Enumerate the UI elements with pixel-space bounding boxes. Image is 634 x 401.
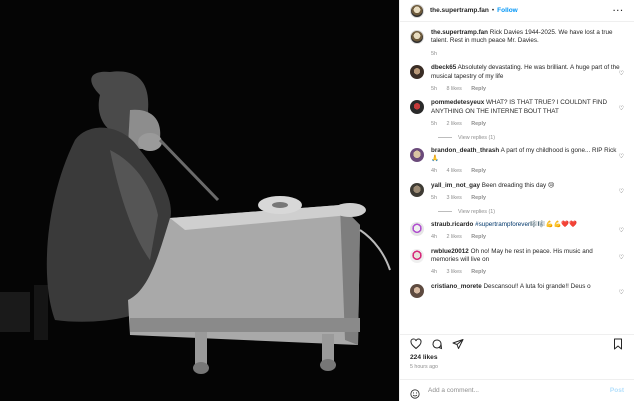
- comment-time: 4h: [431, 234, 437, 241]
- post-actions-bar: [400, 334, 634, 352]
- commenter-avatar[interactable]: [410, 248, 424, 263]
- divider-line: [438, 137, 452, 139]
- view-replies-label: View replies (1): [458, 134, 496, 141]
- comment: rwblue20012 Oh no! May he rest in peace.…: [410, 248, 624, 277]
- post-comment-button[interactable]: Post: [610, 387, 624, 394]
- add-comment-input[interactable]: [428, 387, 610, 394]
- comment-likes[interactable]: 8 likes: [447, 86, 462, 92]
- bookmark-icon[interactable]: [612, 338, 624, 350]
- comment: straub.ricardo #supertrampforever🎼🎼💪💪❤️❤…: [410, 221, 624, 242]
- heart-icon[interactable]: ♡: [619, 289, 624, 296]
- comment-hashtag[interactable]: #supertrampforever🎼🎼: [475, 221, 546, 228]
- more-options-icon[interactable]: ···: [613, 6, 624, 15]
- comment: brandon_death_thrash A part of my childh…: [410, 147, 624, 176]
- comment-likes[interactable]: 4 likes: [447, 168, 462, 174]
- commenter-avatar[interactable]: [410, 65, 424, 80]
- comment-time: 5h: [431, 121, 437, 128]
- reply-button[interactable]: Reply: [471, 195, 486, 201]
- author-username[interactable]: the.supertramp.fan: [430, 7, 489, 14]
- comment-time: 4h: [431, 269, 437, 276]
- view-replies-button[interactable]: View replies (1): [438, 209, 624, 215]
- heart-icon[interactable]: ♡: [619, 188, 624, 195]
- reply-button[interactable]: Reply: [471, 121, 486, 127]
- post-photo[interactable]: [0, 0, 399, 401]
- likes-count[interactable]: 224 likes: [410, 354, 438, 361]
- like-heart-icon[interactable]: [410, 337, 422, 350]
- comment-username[interactable]: yall_im_not_gay: [431, 182, 480, 189]
- comment-username[interactable]: dbeck65: [431, 64, 456, 71]
- caption-username[interactable]: the.supertramp.fan: [431, 29, 488, 36]
- commenter-avatar[interactable]: [410, 100, 424, 115]
- instagram-post-view: the.supertramp.fan • Follow ··· the.supe…: [0, 0, 634, 401]
- comment-likes[interactable]: 2 likes: [447, 234, 462, 240]
- heart-icon[interactable]: ♡: [619, 227, 624, 234]
- comment-time: 4h: [431, 168, 437, 175]
- post-side-panel: the.supertramp.fan • Follow ··· the.supe…: [399, 0, 634, 401]
- heart-icon[interactable]: ♡: [619, 153, 624, 160]
- post-photo-image: [0, 0, 399, 401]
- heart-icon[interactable]: ♡: [619, 105, 624, 112]
- view-replies-label: View replies (1): [458, 208, 496, 215]
- reply-button[interactable]: Reply: [471, 269, 486, 275]
- emoji-smiley-icon[interactable]: [410, 386, 420, 399]
- divider-line: [438, 211, 452, 213]
- caption-time: 5h: [431, 50, 437, 57]
- reply-button[interactable]: Reply: [471, 168, 486, 174]
- comments-list[interactable]: the.supertramp.fan Rick Davies 1944-2025…: [400, 23, 634, 334]
- comment-username[interactable]: brandon_death_thrash: [431, 147, 499, 154]
- view-replies-button[interactable]: View replies (1): [438, 135, 624, 141]
- comment: pommedetesyeux WHAT? IS THAT TRUE? I COU…: [410, 99, 624, 128]
- commenter-avatar[interactable]: [410, 283, 424, 298]
- comment-likes[interactable]: 3 likes: [447, 269, 462, 275]
- comment-text: Been dreading this day 😢: [481, 181, 555, 189]
- comment: yall_im_not_gay Been dreading this day 😢…: [410, 182, 624, 203]
- commenter-avatar[interactable]: [410, 182, 424, 197]
- heart-icon[interactable]: ♡: [619, 70, 624, 77]
- commenter-avatar[interactable]: [410, 147, 424, 162]
- post-header: the.supertramp.fan • Follow ···: [400, 0, 634, 22]
- comment-likes[interactable]: 2 likes: [447, 121, 462, 127]
- comment-bubble-icon[interactable]: [431, 338, 443, 350]
- share-send-icon[interactable]: [452, 338, 464, 350]
- comment-text: Absolutely devastating. He was brilliant…: [431, 64, 620, 80]
- comment-username[interactable]: straub.ricardo: [431, 221, 473, 228]
- comment-username[interactable]: cristiano_morete: [431, 283, 482, 290]
- follow-button[interactable]: Follow: [497, 7, 518, 14]
- caption: the.supertramp.fan Rick Davies 1944-2025…: [410, 29, 624, 58]
- separator-dot: •: [491, 7, 495, 14]
- comment-text: Descansou!! A luta foi grande!! Deus o: [483, 282, 591, 290]
- add-comment-bar: Post: [400, 379, 634, 401]
- comment: cristiano_morete Descansou!! A luta foi …: [410, 283, 624, 298]
- heart-icon[interactable]: ♡: [619, 254, 624, 261]
- comment-username[interactable]: pommedetesyeux: [431, 99, 484, 106]
- comment-username[interactable]: rwblue20012: [431, 248, 469, 255]
- comment: dbeck65 Absolutely devastating. He was b…: [410, 64, 624, 93]
- comment-emoji: 💪💪❤️❤️: [545, 220, 578, 228]
- reply-button[interactable]: Reply: [471, 86, 486, 92]
- commenter-avatar[interactable]: [410, 221, 424, 236]
- comment-time: 5h: [431, 86, 437, 93]
- reply-button[interactable]: Reply: [471, 234, 486, 240]
- author-avatar[interactable]: [410, 3, 424, 18]
- comment-time: 5h: [431, 195, 437, 202]
- comment-likes[interactable]: 3 likes: [447, 195, 462, 201]
- post-time: 5 hours ago: [410, 364, 438, 370]
- author-avatar[interactable]: [410, 30, 424, 44]
